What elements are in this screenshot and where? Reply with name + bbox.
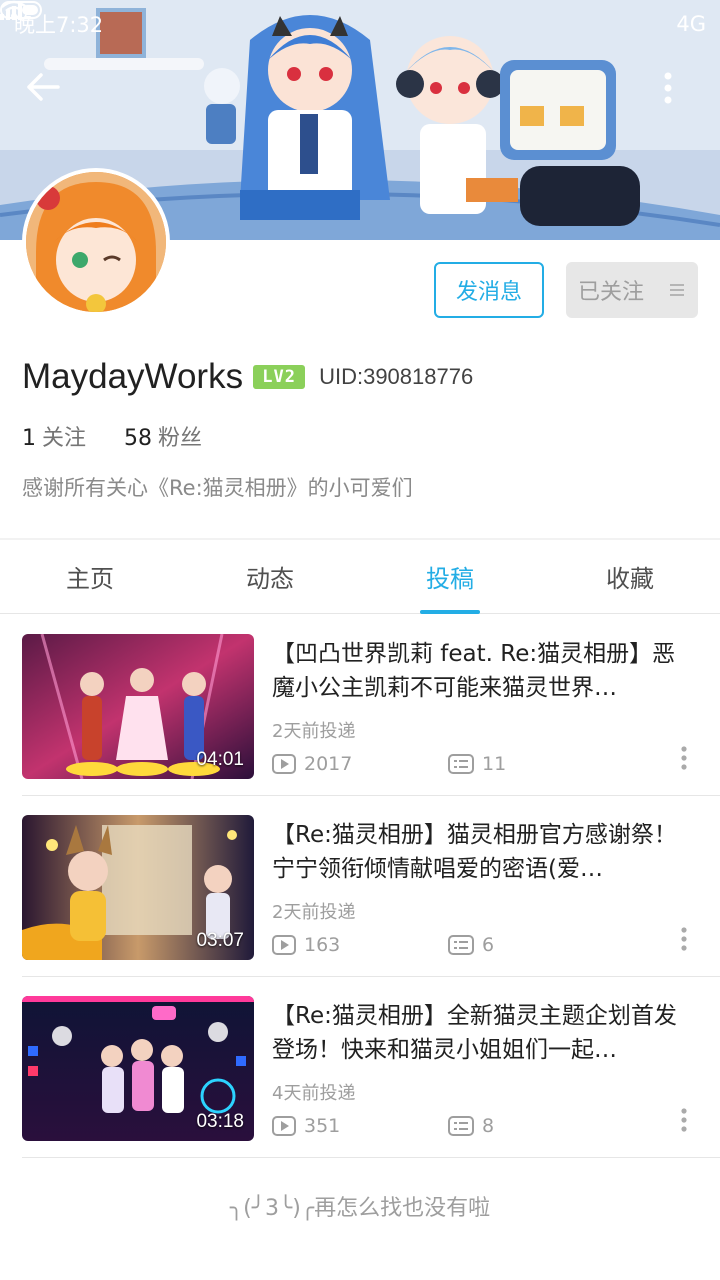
more-vertical-icon [681,1108,687,1132]
menu-icon [670,284,684,296]
following-label: 关注 [42,426,87,451]
play-count-stat: 163 [272,934,448,956]
danmaku-icon [448,754,474,774]
video-duration: 04:01 [196,749,244,770]
back-button[interactable] [26,72,78,120]
send-message-button[interactable]: 发消息 [434,262,544,318]
video-duration: 03:07 [196,930,244,951]
video-post-time: 2天前投递 [272,721,356,742]
avatar[interactable] [22,168,170,316]
video-stats: 163 6 [272,934,494,956]
play-count: 351 [304,1115,341,1137]
following-stat[interactable]: 1 关注 [22,420,86,452]
danmaku-icon [448,935,474,955]
followers-count: 58 [124,426,153,451]
followers-stat[interactable]: 58 粉丝 [124,420,202,452]
play-count-stat: 2017 [272,753,448,775]
video-item[interactable]: 04:01 【凹凸世界凯莉 feat. Re:猫灵相册】恶魔小公主凯莉不可能来猫… [0,615,720,796]
avatar-image [26,172,166,312]
comment-count-stat: 8 [448,1115,494,1137]
user-signature: 感谢所有关心《Re:猫灵相册》的小可爱们 [22,476,413,500]
more-vertical-icon [681,927,687,951]
name-row: MaydayWorks LV2 UID:390818776 [22,352,473,402]
video-thumbnail[interactable]: 04:01 [22,634,254,779]
video-post-time: 4天前投递 [272,1083,356,1104]
play-count-icon [272,1116,296,1136]
video-more-button[interactable] [676,743,692,773]
video-thumbnail[interactable]: 03:07 [22,815,254,960]
tab-favorites[interactable]: 收藏 [540,540,720,613]
video-item[interactable]: 03:18 【Re:猫灵相册】全新猫灵主题企划首发登场！快来和猫灵小姐姐们一起…… [0,977,720,1158]
comment-count: 8 [482,1115,495,1137]
play-count: 163 [304,934,341,956]
followed-label: 已关注 [577,280,644,305]
video-thumbnail[interactable]: 03:18 [22,996,254,1141]
follow-stats: 1 关注 58 粉丝 [22,420,202,452]
play-count: 2017 [304,753,353,775]
video-title[interactable]: 【凹凸世界凯莉 feat. Re:猫灵相册】恶魔小公主凯莉不可能来猫灵世界… [272,637,690,705]
username: MaydayWorks [22,357,244,396]
more-vertical-icon [664,72,672,104]
comment-count-stat: 6 [448,934,494,956]
video-more-button[interactable] [676,924,692,954]
play-count-icon [272,754,296,774]
arrow-left-icon [27,73,60,101]
level-badge: LV2 [253,365,306,389]
tab-home[interactable]: 主页 [0,540,180,613]
more-vertical-icon [681,746,687,770]
battery-icon [0,1,42,19]
video-title[interactable]: 【Re:猫灵相册】猫灵相册官方感谢祭！宁宁领衔倾情献唱爱的密语(爱… [272,818,690,886]
video-post-time: 2天前投递 [272,902,356,923]
video-item[interactable]: 03:07 【Re:猫灵相册】猫灵相册官方感谢祭！宁宁领衔倾情献唱爱的密语(爱…… [0,796,720,977]
danmaku-icon [448,1116,474,1136]
video-duration: 03:18 [196,1111,244,1132]
status-bar: 晚上7:32 4G [0,0,720,48]
play-count-icon [272,935,296,955]
more-button[interactable] [664,72,694,120]
network-type: 4G [676,12,706,36]
profile-tabs: 主页 动态 投稿 收藏 [0,540,720,614]
comment-count: 11 [482,753,507,775]
video-stats: 351 8 [272,1115,494,1137]
status-icons: 4G [0,0,706,36]
video-stats: 2017 11 [272,753,506,775]
comment-count-stat: 11 [448,753,506,775]
video-title[interactable]: 【Re:猫灵相册】全新猫灵主题企划首发登场！快来和猫灵小姐姐们一起… [272,999,690,1067]
list-divider [22,1157,720,1158]
video-list: 04:01 【凹凸世界凯莉 feat. Re:猫灵相册】恶魔小公主凯莉不可能来猫… [0,615,720,1158]
followers-label: 粉丝 [158,426,203,451]
end-of-list-message: ╮(╯3╰)╭再怎么找也没有啦 [229,1196,491,1221]
comment-count: 6 [482,934,495,956]
user-uid: UID:390818776 [319,364,474,389]
followed-button[interactable]: 已关注 [566,262,698,318]
tab-submissions[interactable]: 投稿 [360,540,540,614]
play-count-stat: 351 [272,1115,448,1137]
video-more-button[interactable] [676,1105,692,1135]
tab-dynamics[interactable]: 动态 [180,540,360,613]
following-count: 1 [22,426,36,451]
